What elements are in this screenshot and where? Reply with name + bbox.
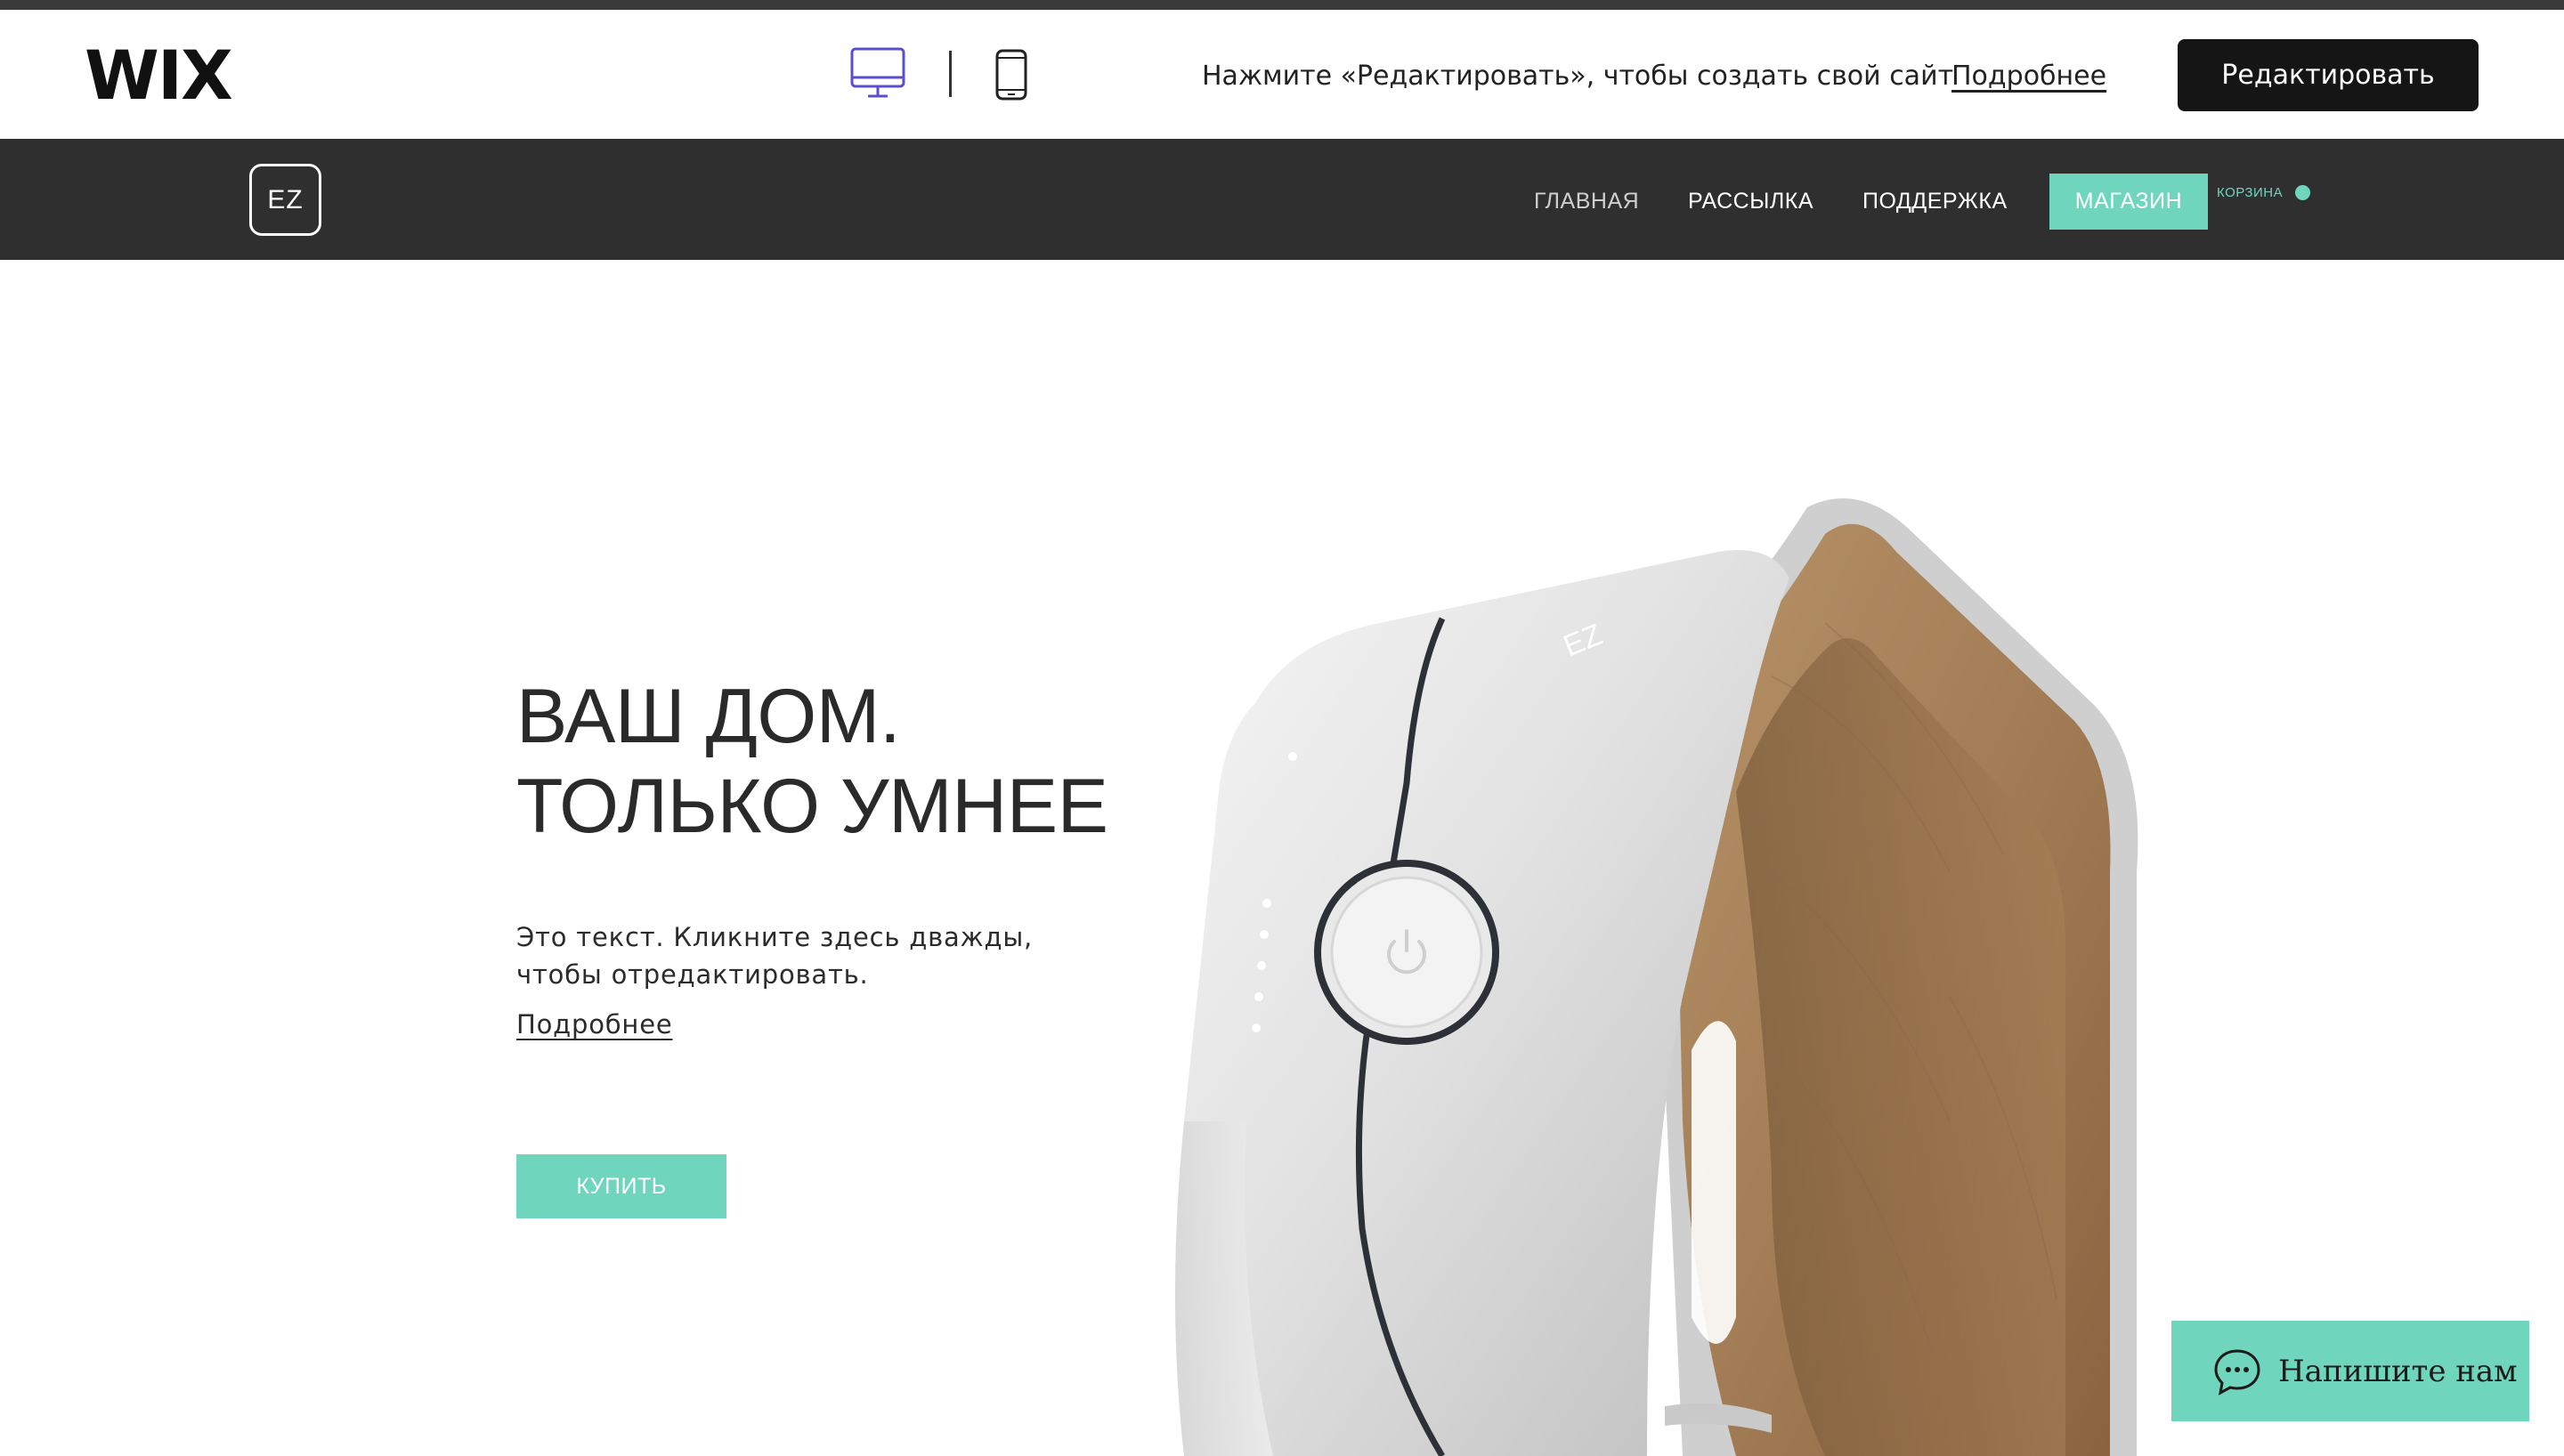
top-strip [0, 0, 2564, 10]
nav-item-support[interactable]: ПОДДЕРЖКА [1862, 189, 2008, 214]
nav-item-shop[interactable]: МАГАЗИН [2049, 174, 2208, 230]
mobile-view-icon[interactable] [995, 49, 1027, 101]
cart-label: КОРЗИНА [2217, 185, 2284, 200]
nav-item-home[interactable]: ГЛАВНАЯ [1534, 189, 1639, 214]
site-logo[interactable]: EZ [249, 164, 321, 236]
buy-button[interactable]: КУПИТЬ [516, 1154, 726, 1218]
wix-edit-button[interactable]: Редактировать [2178, 39, 2479, 111]
hero-text: Это текст. Кликните здесь дважды, чтобы … [516, 922, 1034, 990]
nav-item-newsletter[interactable]: РАССЫЛКА [1688, 189, 1813, 214]
desktop-view-icon[interactable] [850, 47, 905, 101]
cart-link[interactable]: КОРЗИНА [2217, 185, 2311, 200]
site-header: EZ ГЛАВНАЯ РАССЫЛКА ПОДДЕРЖКА МАГАЗИН КО… [0, 139, 2564, 260]
product-image: EZ [1175, 498, 2138, 1456]
cart-count-dot [2295, 185, 2311, 200]
chat-widget[interactable]: Напишите нам [2171, 1321, 2529, 1421]
device-separator [949, 51, 952, 97]
chat-label: Напишите нам [2278, 1353, 2518, 1389]
chat-bubble-icon [2214, 1348, 2260, 1395]
wix-edit-message: Нажмите «Редактировать», чтобы создать с… [1202, 61, 1954, 92]
hero-title-line-2: ТОЛЬКО УМНЕЕ [516, 764, 1108, 849]
hero-title: ВАШ ДОМ. ТОЛЬКО УМНЕЕ [516, 672, 1108, 852]
wix-learn-more-link[interactable]: Подробнее [1951, 61, 2106, 92]
wix-logo[interactable]: WIX [85, 42, 233, 109]
wix-editor-bar: WIX Нажмите «Редактировать», чтобы созда… [0, 10, 2564, 139]
hero-learn-more-link[interactable]: Подробнее [516, 1009, 672, 1039]
hero-title-line-1: ВАШ ДОМ. [516, 674, 901, 759]
